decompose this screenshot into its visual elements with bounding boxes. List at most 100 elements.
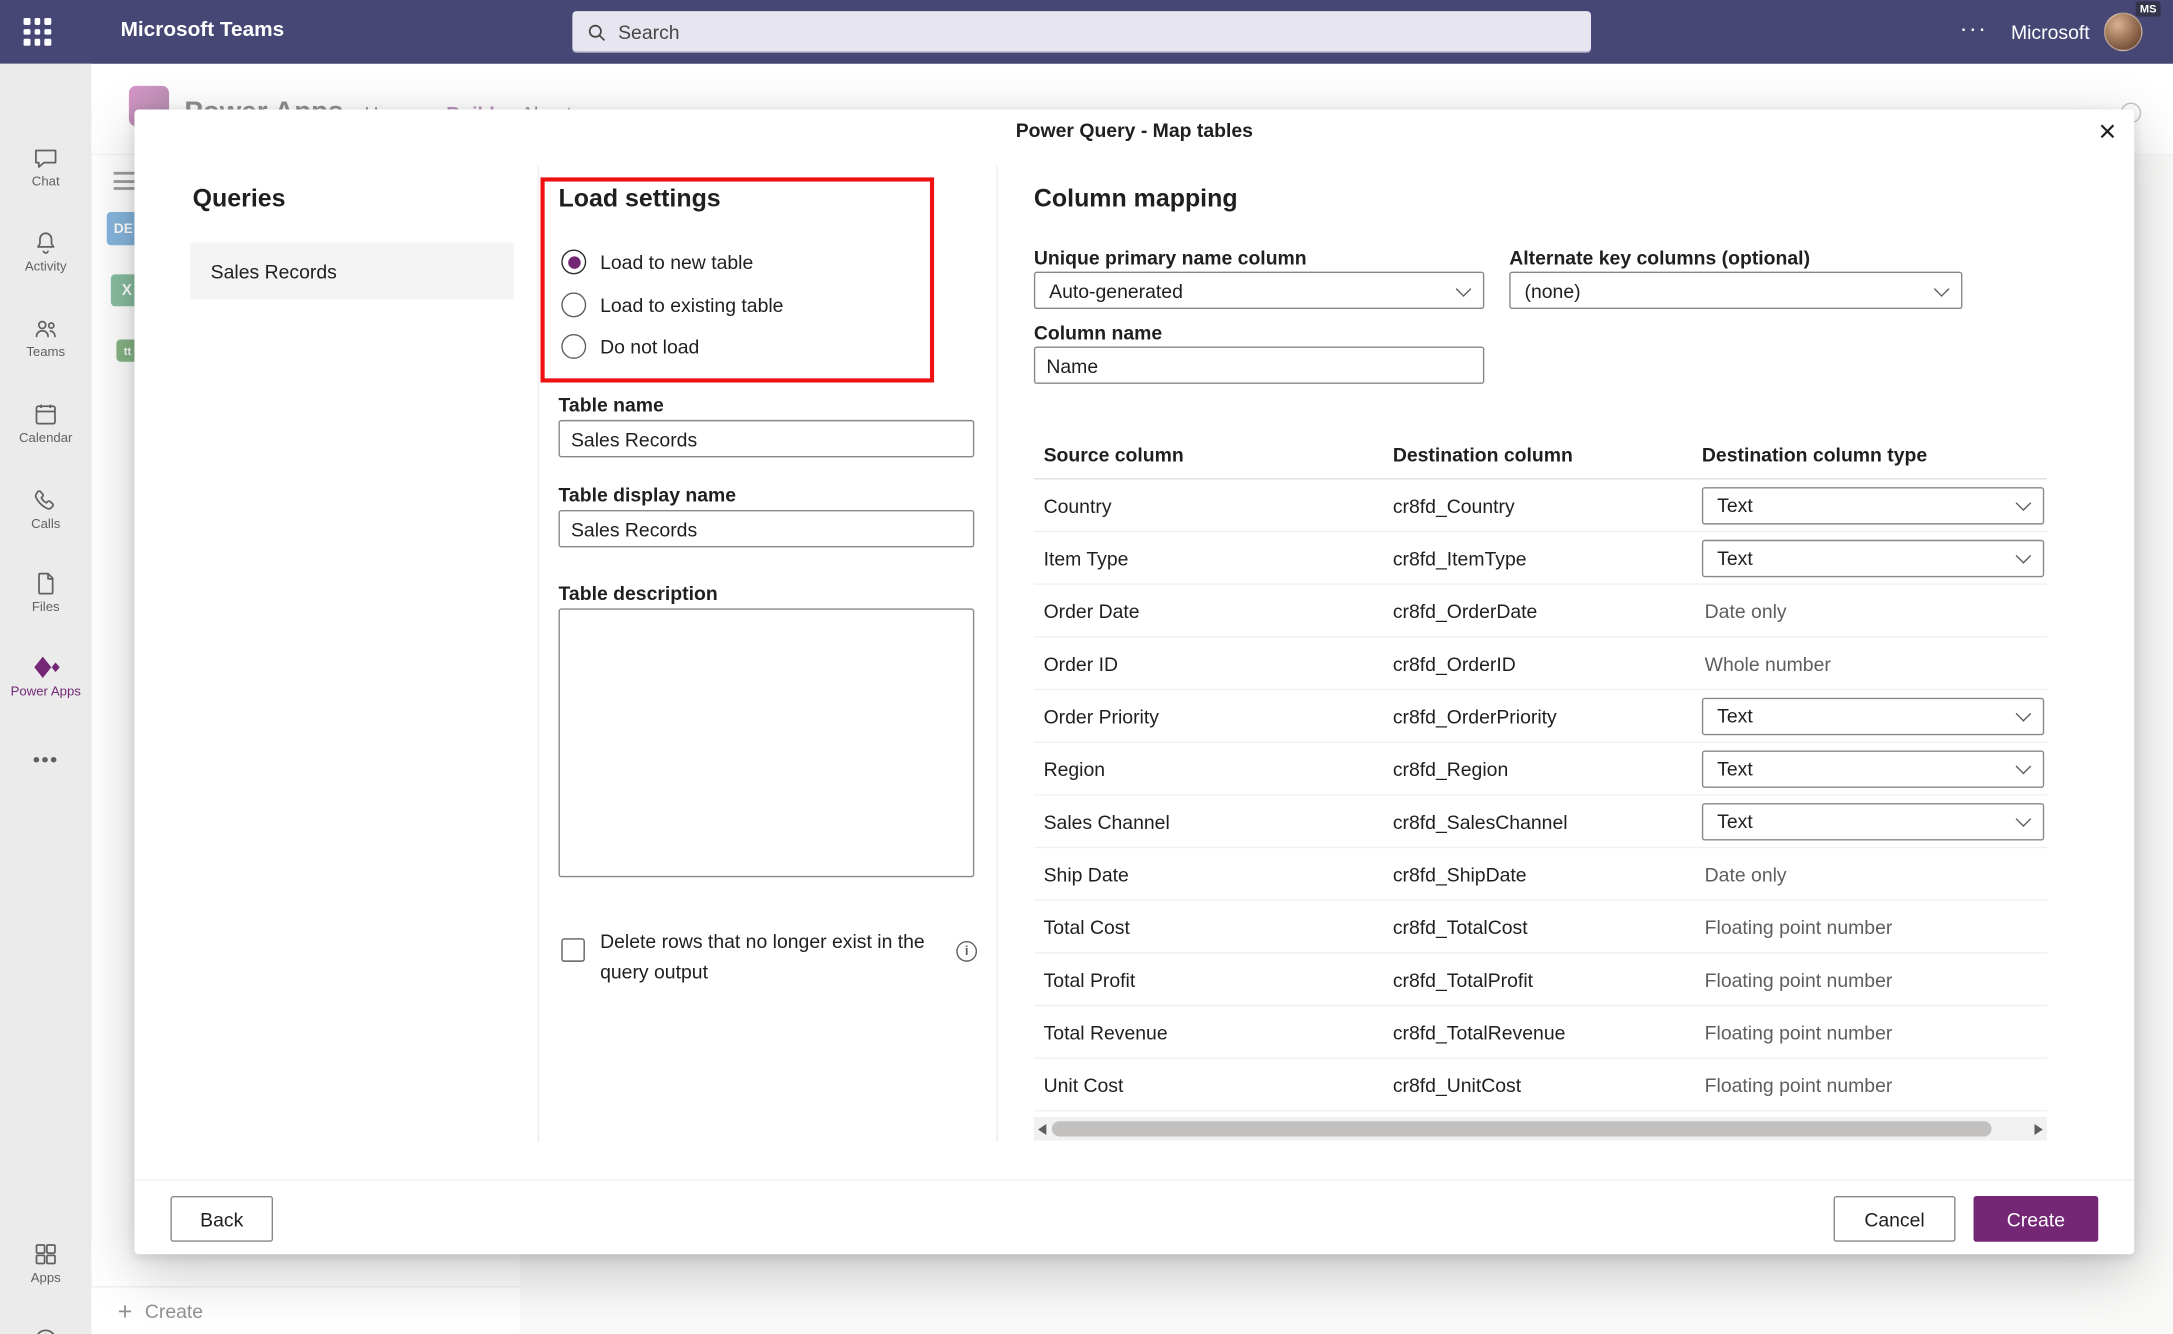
column-mapping-heading: Column mapping [1033,184,1238,213]
delete-rows-label: Delete rows that no longer exist in the … [600,929,925,983]
destination-type-dropdown[interactable]: Text [1701,486,2045,524]
table-display-name-input[interactable] [558,510,975,548]
destination-type-dropdown[interactable]: Text [1701,749,2045,788]
rail-item-teams[interactable]: Teams [0,315,91,360]
column-name-input[interactable] [1033,346,1485,384]
teams-people-icon [35,320,56,338]
destination-type-readonly: Date only [1704,599,1787,622]
table-row: Unit Cost cr8fd_UnitCost Floating point … [1033,1059,2047,1112]
destination-column-value: cr8fd_TotalProfit [1392,968,1534,991]
source-column-value: Region [1043,757,1106,780]
rail-item-chat[interactable]: Chat [0,144,91,190]
tenant-label: Microsoft [2010,20,2090,43]
activity-bell-icon [37,232,55,254]
destination-type-dropdown[interactable]: Text [1701,539,2045,577]
mapping-table-header: Source column Destination column Destina… [1033,431,2047,480]
more-options-icon[interactable]: ··· [1960,15,1988,43]
rail-item-activity[interactable]: Activity [0,229,91,274]
info-icon[interactable]: i [956,941,978,962]
waffle-menu-icon[interactable] [23,18,52,46]
rail-item-files[interactable]: Files [0,570,91,616]
more-dots-icon: ••• [32,748,59,772]
radio-load-new-table[interactable]: Load to new table [561,248,753,276]
header-source-column: Source column [1043,443,1184,466]
source-column-value: Ship Date [1043,862,1129,885]
horizontal-scrollbar[interactable] [1033,1117,2047,1141]
column-mapping-panel: Column mapping Unique primary name colum… [1033,109,2047,1162]
radio-load-existing-table[interactable]: Load to existing table [561,291,783,319]
power-query-map-tables-dialog: Power Query - Map tables × Queries Sales… [134,109,2135,1255]
rail-item-apps[interactable]: Apps [0,1240,91,1286]
rail-item-help[interactable]: Help [0,1326,91,1334]
table-display-name-label: Table display name [558,483,737,506]
search-bar[interactable] [572,11,1592,53]
dropdown-value: Text [1717,704,1753,727]
radio-button [561,292,587,318]
rail-label: Files [31,600,60,616]
destination-column-value: cr8fd_Region [1392,757,1509,780]
scroll-right-arrow-icon[interactable] [2034,1123,2043,1135]
destination-type-readonly: Whole number [1704,652,1831,675]
destination-type-readonly: Date only [1704,862,1787,885]
panel-divider [537,166,540,1142]
table-row: Total Cost cr8fd_TotalCost Floating poin… [1033,901,2047,954]
query-list-item[interactable]: Sales Records [189,242,515,300]
destination-type-dropdown[interactable]: Text [1701,802,2045,840]
source-column-value: Total Profit [1043,968,1136,991]
chevron-down-icon [2015,811,2032,828]
rail-label: Apps [30,1270,61,1287]
radio-do-not-load[interactable]: Do not load [561,333,699,361]
scroll-left-arrow-icon[interactable] [1038,1123,1047,1135]
unique-primary-dropdown[interactable]: Auto-generated [1033,271,1485,310]
rail-item-power-apps[interactable]: Power Apps [0,653,91,700]
rail-item-more[interactable]: ••• [0,748,91,773]
table-row: Ship Date cr8fd_ShipDate Date only [1033,848,2047,901]
calendar-icon [35,404,56,425]
alternate-key-dropdown[interactable]: (none) [1509,271,1963,310]
load-settings-heading: Load settings [558,184,721,213]
search-input[interactable] [618,20,1450,43]
destination-type-readonly: Floating point number [1704,1073,1893,1096]
alternate-key-label: Alternate key columns (optional) [1509,246,1811,269]
table-row: Order ID cr8fd_OrderID Whole number [1033,638,2047,691]
rail-label: Calendar [19,431,73,447]
rail-label: Calls [31,516,61,533]
destination-type-readonly: Floating point number [1704,915,1893,938]
dropdown-value: (none) [1524,279,1581,302]
table-row: Item Type cr8fd_ItemType Text [1033,532,2047,585]
close-icon[interactable]: × [2098,112,2116,152]
destination-type-readonly: Floating point number [1704,968,1893,991]
avatar[interactable] [2103,12,2143,52]
table-row: Total Profit cr8fd_TotalProfit Floating … [1033,953,2047,1007]
destination-column-value: cr8fd_SalesChannel [1392,810,1568,833]
radio-label: Load to new table [600,250,754,274]
rail-item-calls[interactable]: Calls [0,486,91,532]
table-description-textarea[interactable] [558,608,975,878]
cancel-button[interactable]: Cancel [1833,1196,1956,1242]
create-button[interactable]: Create [1973,1196,2099,1242]
source-column-value: Total Cost [1043,915,1130,938]
profile-initials-badge: MS [2135,1,2161,17]
destination-type-dropdown[interactable]: Text [1701,697,2045,735]
rail-item-calendar[interactable]: Calendar [0,401,91,447]
destination-column-value: cr8fd_OrderDate [1392,599,1538,622]
screen: DE X tt + Create Power Apps Home Build A… [0,0,2173,1334]
table-name-input[interactable] [558,419,975,458]
table-row: Region cr8fd_Region Text [1033,743,2047,796]
header-destination-column: Destination column [1392,443,1573,466]
table-name-label: Table name [558,393,664,416]
source-column-value: Order Priority [1043,704,1159,727]
chevron-down-icon [2015,758,2032,775]
chevron-down-icon [2015,548,2032,564]
table-row: Sales Channel cr8fd_SalesChannel Text [1033,796,2047,849]
source-column-value: Unit Cost [1043,1073,1124,1096]
load-settings-panel: Load settings Load to new table Load to … [558,109,978,1162]
back-button[interactable]: Back [170,1196,274,1242]
scrollbar-thumb[interactable] [1051,1121,1992,1137]
source-column-value: Item Type [1043,546,1129,569]
header-destination-type: Destination column type [1701,443,1928,466]
delete-rows-checkbox[interactable] [561,938,585,962]
rail-label: Power Apps [10,684,81,700]
queries-heading: Queries [192,184,286,213]
source-column-value: Sales Channel [1043,810,1170,833]
